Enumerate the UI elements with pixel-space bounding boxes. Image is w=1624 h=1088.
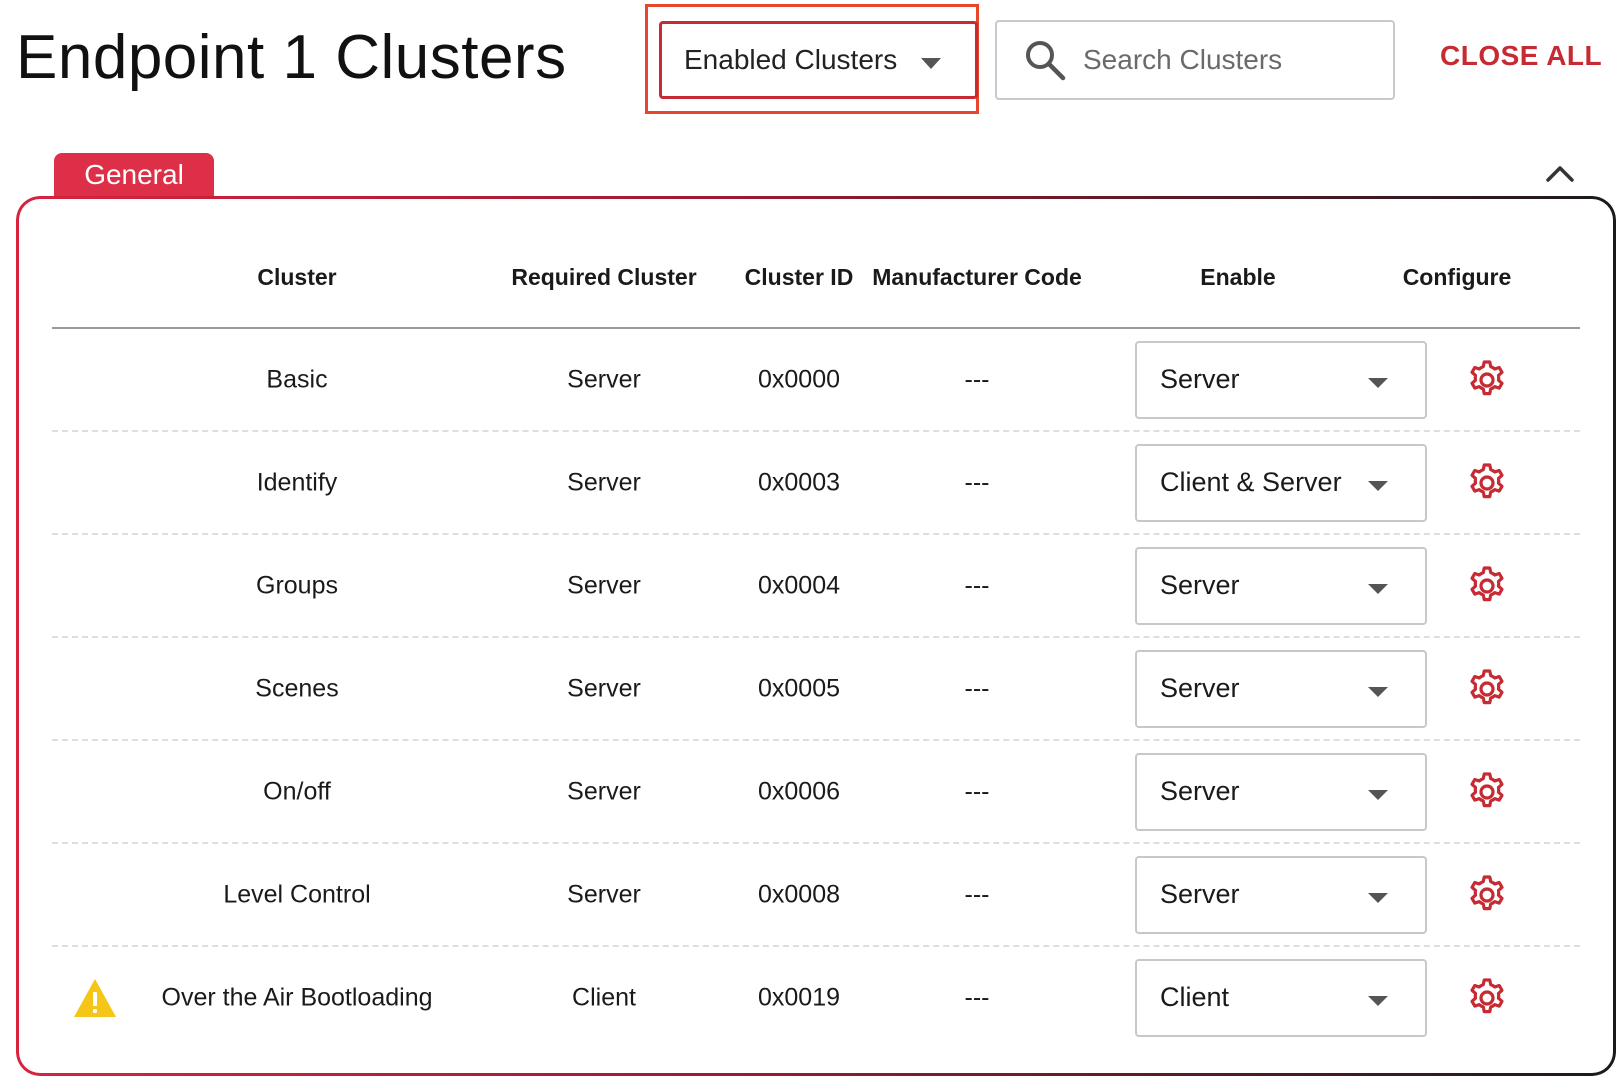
manufacturer-code-value: --- — [964, 880, 990, 908]
cluster-name: Basic — [266, 365, 328, 393]
table-row: On/off Server 0x0006 --- Server — [52, 741, 1580, 844]
caret-down-icon — [1368, 583, 1388, 594]
enable-dropdown[interactable]: Server — [1135, 649, 1427, 728]
enable-dropdown-value: Server — [1160, 364, 1240, 394]
required-cluster-value: Server — [567, 468, 641, 496]
required-cluster-value: Server — [567, 880, 641, 908]
gear-icon[interactable] — [1466, 771, 1508, 813]
enable-dropdown[interactable]: Server — [1135, 752, 1427, 831]
search-icon — [1026, 41, 1066, 81]
cluster-filter-dropdown[interactable]: Enabled Clusters — [659, 21, 978, 99]
table-row: Level Control Server 0x0008 --- Server — [52, 844, 1580, 947]
cluster-name: Over the Air Bootloading — [161, 983, 433, 1011]
column-header-cluster: Cluster — [257, 264, 337, 290]
cluster-id-value: 0x0004 — [757, 571, 841, 599]
gear-icon[interactable] — [1466, 977, 1508, 1019]
column-header-cluster-id: Cluster ID — [744, 264, 854, 290]
caret-down-icon — [1368, 377, 1388, 388]
caret-down-icon — [1368, 480, 1388, 491]
cluster-table: Cluster Required Cluster Cluster ID Manu… — [52, 250, 1580, 1048]
required-cluster-value: Server — [567, 365, 641, 393]
manufacturer-code-value: --- — [964, 674, 990, 702]
chevron-up-icon[interactable] — [1542, 160, 1578, 186]
enable-dropdown[interactable]: Client — [1135, 958, 1427, 1037]
manufacturer-code-value: --- — [964, 571, 990, 599]
enable-dropdown-value: Server — [1160, 570, 1240, 600]
gear-icon[interactable] — [1466, 359, 1508, 401]
enable-dropdown-value: Client — [1160, 982, 1230, 1012]
caret-down-icon — [1368, 789, 1388, 800]
cluster-name: Scenes — [255, 674, 339, 702]
caret-down-icon — [1368, 686, 1388, 697]
enable-dropdown[interactable]: Server — [1135, 340, 1427, 419]
column-header-configure: Configure — [1402, 264, 1512, 290]
caret-down-icon — [921, 58, 941, 69]
required-cluster-value: Server — [567, 777, 641, 805]
cluster-id-value: 0x0006 — [757, 777, 841, 805]
gear-icon[interactable] — [1466, 874, 1508, 916]
enable-dropdown-value: Server — [1160, 673, 1240, 703]
gear-icon[interactable] — [1466, 462, 1508, 504]
table-row: Identify Server 0x0003 --- Client & Serv… — [52, 432, 1580, 535]
table-row: Groups Server 0x0004 --- Server — [52, 535, 1580, 638]
cluster-name: Groups — [256, 571, 338, 599]
close-all-button[interactable]: CLOSE ALL — [1440, 40, 1602, 72]
column-header-required: Required Cluster — [511, 264, 697, 290]
warning-icon — [74, 978, 116, 1017]
manufacturer-code-value: --- — [964, 365, 990, 393]
cluster-filter-label: Enabled Clusters — [684, 44, 898, 75]
required-cluster-value: Server — [567, 674, 641, 702]
column-header-manufacturer-code: Manufacturer Code — [872, 264, 1082, 290]
manufacturer-code-value: --- — [964, 777, 990, 805]
page: Endpoint 1 Clusters Enabled Clusters CLO… — [0, 0, 1624, 1088]
enable-dropdown-value: Server — [1160, 879, 1240, 909]
enable-dropdown-value: Server — [1160, 776, 1240, 806]
cluster-name: Level Control — [223, 880, 371, 908]
column-header-enable: Enable — [1200, 264, 1276, 290]
page-title: Endpoint 1 Clusters — [16, 23, 567, 92]
search-box[interactable] — [995, 20, 1395, 100]
table-row: Basic Server 0x0000 --- Server — [52, 329, 1580, 432]
search-input[interactable] — [1081, 43, 1385, 77]
required-cluster-value: Client — [572, 983, 636, 1011]
enable-dropdown-value: Client & Server — [1160, 467, 1342, 497]
caret-down-icon — [1368, 995, 1388, 1006]
cluster-id-value: 0x0000 — [757, 365, 841, 393]
table-row: Scenes Server 0x0005 --- Server — [52, 638, 1580, 741]
gear-icon[interactable] — [1466, 565, 1508, 607]
caret-down-icon — [1368, 892, 1388, 903]
table-row: Over the Air Bootloading Client 0x0019 -… — [52, 947, 1580, 1048]
manufacturer-code-value: --- — [964, 468, 990, 496]
table-body: Basic Server 0x0000 --- Server Identify … — [52, 329, 1580, 1048]
table-header: Cluster Required Cluster Cluster ID Manu… — [52, 250, 1580, 329]
gear-icon[interactable] — [1466, 668, 1508, 710]
enable-dropdown[interactable]: Server — [1135, 546, 1427, 625]
cluster-id-value: 0x0003 — [757, 468, 841, 496]
cluster-id-value: 0x0008 — [757, 880, 841, 908]
section-tab-general[interactable]: General — [54, 153, 214, 197]
enable-dropdown[interactable]: Client & Server — [1135, 443, 1427, 522]
cluster-id-value: 0x0005 — [757, 674, 841, 702]
cluster-id-value: 0x0019 — [757, 983, 841, 1011]
manufacturer-code-value: --- — [964, 983, 990, 1011]
cluster-name: Identify — [256, 468, 338, 496]
required-cluster-value: Server — [567, 571, 641, 599]
enable-dropdown[interactable]: Server — [1135, 855, 1427, 934]
cluster-name: On/off — [263, 777, 331, 805]
